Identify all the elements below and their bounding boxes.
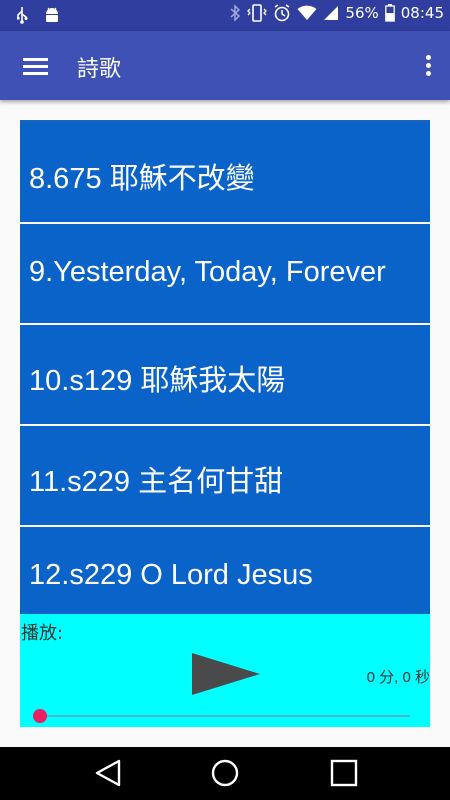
clock: 08:45 (400, 4, 444, 22)
song-item[interactable]: 12.s229 O Lord Jesus (20, 527, 430, 614)
wifi-icon (297, 5, 317, 21)
android-icon (46, 7, 58, 22)
song-title: 8.675 耶穌不改變 (29, 163, 255, 195)
elapsed-time: 0 分, 0 秒 (366, 669, 430, 686)
song-item[interactable]: 9.Yesterday, Today, Forever (20, 224, 430, 323)
song-title: 10.s129 耶穌我太陽 (29, 365, 286, 397)
song-item[interactable]: 11.s229 主名何甘甜 (20, 426, 430, 525)
recents-square-icon[interactable] (326, 757, 362, 789)
more-vertical-icon[interactable] (420, 51, 436, 81)
song-title: 11.s229 主名何甘甜 (29, 466, 284, 498)
alarm-icon (275, 4, 290, 22)
bluetooth-icon (230, 4, 241, 22)
seek-bar[interactable] (39, 715, 410, 717)
song-item[interactable]: 10.s129 耶穌我太陽 (20, 325, 430, 424)
song-list[interactable]: 8.675 耶穌不改變 9.Yesterday, Today, Forever … (20, 120, 430, 614)
back-triangle-icon[interactable] (90, 757, 126, 789)
signal-icon (324, 6, 339, 20)
page-title: 詩歌 (77, 57, 122, 82)
song-item[interactable]: 8.675 耶穌不改變 (20, 123, 430, 222)
audio-player: 播放: 0 分, 0 秒 (20, 614, 430, 727)
app-bar: 詩歌 (0, 31, 450, 100)
navigation-bar (0, 747, 450, 800)
vibrate-icon (247, 4, 268, 22)
song-title: 9.Yesterday, Today, Forever (29, 256, 386, 288)
hamburger-menu-icon[interactable] (14, 51, 58, 81)
song-title: 12.s229 O Lord Jesus (29, 559, 313, 591)
seek-thumb[interactable] (33, 709, 47, 723)
player-label: 播放: (21, 623, 64, 644)
usb-icon (17, 7, 28, 24)
home-circle-icon[interactable] (207, 757, 243, 789)
battery-icon (384, 4, 395, 22)
status-bar: 56% 08:45 (0, 0, 450, 31)
battery-percent: 56% (345, 4, 379, 22)
play-icon[interactable] (190, 651, 262, 697)
